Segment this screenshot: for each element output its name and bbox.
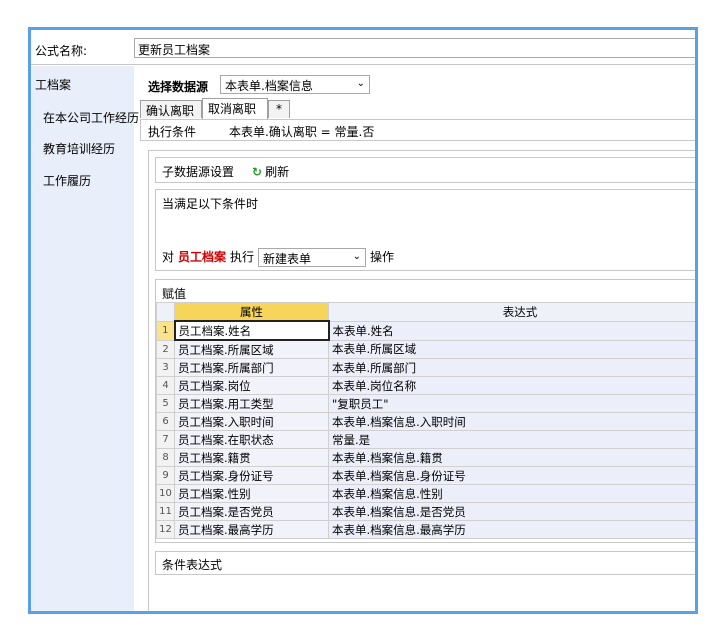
assignment-table: 属性 表达式 1 员工档案.姓名 本表单.姓名 2 员工档案.所属区域 本表单.所属区域… [156, 302, 695, 539]
table-row[interactable]: 1 员工档案.姓名 本表单.姓名 [156, 320, 695, 341]
row-number: 6 [156, 412, 175, 431]
row-number: 8 [156, 448, 175, 467]
expression-cell[interactable]: "复职员工" [328, 394, 695, 413]
tab-bar: 确认离职 取消离职 * [140, 98, 695, 119]
table-row[interactable]: 12 员工档案.最高学历 本表单.档案信息.最高学历 [156, 520, 695, 539]
table-row[interactable]: 10 员工档案.性别 本表单.档案信息.性别 [156, 484, 695, 503]
row-number-header [156, 302, 175, 322]
action-suffix: 操作 [370, 250, 395, 264]
table-row[interactable]: 2 员工档案.所属区域 本表单.所属区域 [156, 339, 695, 359]
nav-item-education[interactable]: 教育培训经历 [43, 140, 115, 157]
table-row[interactable]: 7 员工档案.在职状态 常量.是 [156, 430, 695, 449]
when-condition-box: 当满足以下条件时 对员工档案 执行 新建表单 ⌄ 操作 [155, 189, 695, 271]
execution-condition-value[interactable]: 本表单.确认离职 = 常量.否 [229, 123, 374, 140]
row-number: 2 [156, 339, 175, 359]
action-row: 对员工档案 执行 新建表单 ⌄ 操作 [162, 248, 394, 267]
expression-cell[interactable]: 本表单.所属部门 [328, 358, 695, 377]
property-cell[interactable]: 员工档案.性别 [174, 484, 329, 503]
table-row[interactable]: 3 员工档案.所属部门 本表单.所属部门 [156, 358, 695, 377]
tab-cancel-leave[interactable]: 取消离职 [202, 98, 268, 119]
formula-name-row: 公式名称: 更新员工档案 [31, 38, 695, 60]
row-number: 3 [156, 358, 175, 377]
nav-item-root[interactable]: 工档案 [35, 76, 71, 93]
property-cell[interactable]: 员工档案.最高学历 [174, 520, 329, 539]
row-number: 12 [156, 520, 175, 539]
row-number: 5 [156, 394, 175, 413]
header-divider [31, 64, 695, 65]
refresh-label: 刷新 [265, 165, 290, 179]
assignment-box: 赋值 属性 表达式 1 员工档案.姓名 本表单.姓名 2 员工档案.所属区域 本… [155, 279, 695, 543]
row-number: 9 [156, 466, 175, 485]
nav-item-work-history[interactable]: 在本公司工作经历 [43, 109, 139, 126]
formula-name-input[interactable]: 更新员工档案 [134, 38, 695, 58]
datasource-label: 选择数据源 [148, 80, 209, 94]
sub-datasource-bar: 子数据源设置 ↻ 刷新 [155, 157, 695, 183]
expression-cell[interactable]: 常量.是 [328, 430, 695, 449]
property-cell[interactable]: 员工档案.入职时间 [174, 412, 329, 431]
assignment-grid: 属性 表达式 1 员工档案.姓名 本表单.姓名 2 员工档案.所属区域 本表单.所属区域… [156, 302, 695, 542]
refresh-button[interactable]: ↻ 刷新 [252, 163, 289, 180]
execution-condition-row: 执行条件 本表单.确认离职 = 常量.否 [140, 119, 695, 141]
refresh-icon: ↻ [252, 165, 263, 179]
action-target: 员工档案 [178, 250, 227, 264]
expression-cell[interactable]: 本表单.姓名 [328, 320, 695, 341]
expression-cell[interactable]: 本表单.档案信息.是否党员 [328, 502, 695, 521]
expression-cell[interactable]: 本表单.档案信息.最高学历 [328, 520, 695, 539]
formula-editor-window: 公式名称: 更新员工档案 工档案 在本公司工作经历 教育培训经历 工作履历 选择… [28, 27, 698, 614]
table-header-row: 属性 表达式 [156, 302, 695, 322]
property-cell[interactable]: 员工档案.籍贯 [174, 448, 329, 467]
row-number: 4 [156, 376, 175, 395]
tab-add[interactable]: * [268, 100, 290, 118]
property-cell[interactable]: 员工档案.在职状态 [174, 430, 329, 449]
table-row[interactable]: 9 员工档案.身份证号 本表单.档案信息.身份证号 [156, 466, 695, 485]
nav-item-resume[interactable]: 工作履历 [43, 172, 91, 189]
row-number: 1 [156, 320, 175, 341]
property-cell[interactable]: 员工档案.所属部门 [174, 358, 329, 377]
condition-expression-title[interactable]: 条件表达式 [162, 556, 222, 573]
condition-expression-bar: 条件表达式 [155, 551, 695, 575]
chevron-down-icon: ⌄ [356, 78, 365, 89]
expression-cell[interactable]: 本表单.档案信息.性别 [328, 484, 695, 503]
property-cell[interactable]: 员工档案.岗位 [174, 376, 329, 395]
action-mode-value: 新建表单 [263, 252, 312, 266]
action-exec-label: 执行 [230, 250, 255, 264]
main-panel: 选择数据源 本表单.档案信息 ⌄ 确认离职 取消离职 * 执行条件 本表单.确认… [140, 66, 695, 611]
execution-condition-label: 执行条件 [148, 125, 197, 139]
table-row[interactable]: 11 员工档案.是否党员 本表单.档案信息.是否党员 [156, 502, 695, 521]
tab-confirm-leave[interactable]: 确认离职 [140, 100, 202, 118]
property-column-header[interactable]: 属性 [174, 302, 329, 322]
row-number: 11 [156, 502, 175, 521]
expression-cell[interactable]: 本表单.所属区域 [328, 339, 695, 359]
expression-cell[interactable]: 本表单.档案信息.身份证号 [328, 466, 695, 485]
when-condition-title: 当满足以下条件时 [162, 197, 259, 211]
table-row[interactable]: 8 员工档案.籍贯 本表单.档案信息.籍贯 [156, 448, 695, 467]
table-row[interactable]: 6 员工档案.入职时间 本表单.档案信息.入职时间 [156, 412, 695, 431]
expression-cell[interactable]: 本表单.档案信息.籍贯 [328, 448, 695, 467]
datasource-select[interactable]: 本表单.档案信息 ⌄ [220, 75, 370, 94]
table-row[interactable]: 5 员工档案.用工类型 "复职员工" [156, 394, 695, 413]
row-number: 10 [156, 484, 175, 503]
assignment-title: 赋值 [162, 287, 187, 301]
property-cell[interactable]: 员工档案.用工类型 [174, 394, 329, 413]
property-cell[interactable]: 员工档案.所属区域 [174, 339, 329, 359]
action-prefix: 对 [162, 250, 175, 264]
action-mode-select[interactable]: 新建表单 ⌄ [258, 248, 367, 267]
chevron-down-icon: ⌄ [352, 251, 362, 262]
when-condition-area[interactable] [156, 212, 695, 240]
formula-name-label: 公式名称: [35, 44, 88, 58]
datasource-value: 本表单.档案信息 [225, 79, 313, 93]
property-cell[interactable]: 员工档案.身份证号 [174, 466, 329, 485]
property-cell[interactable]: 员工档案.是否党员 [174, 502, 329, 521]
table-row[interactable]: 4 员工档案.岗位 本表单.岗位名称 [156, 376, 695, 395]
expression-column-header[interactable]: 表达式 [328, 302, 695, 322]
action-settings-panel: 子数据源设置 ↻ 刷新 当满足以下条件时 对员工档案 执行 新建表单 ⌄ 操作 赋值 [148, 150, 695, 611]
expression-cell[interactable]: 本表单.岗位名称 [328, 376, 695, 395]
sub-datasource-title[interactable]: 子数据源设置 [162, 163, 234, 180]
expression-cell[interactable]: 本表单.档案信息.入职时间 [328, 412, 695, 431]
row-number: 7 [156, 430, 175, 449]
left-nav-tree: 工档案 在本公司工作经历 教育培训经历 工作履历 [31, 66, 139, 611]
property-cell[interactable]: 员工档案.姓名 [173, 320, 330, 341]
